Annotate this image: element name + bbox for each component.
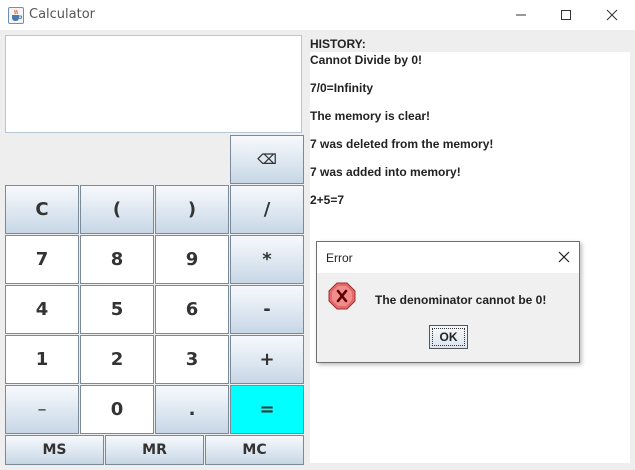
close-button[interactable]	[589, 0, 635, 30]
digit-2-button[interactable]: 2	[80, 335, 154, 384]
negate-button[interactable]: –	[5, 385, 79, 434]
digit-6-button[interactable]: 6	[155, 285, 229, 334]
minimize-icon	[516, 14, 526, 16]
history-line: The memory is clear!	[310, 109, 431, 123]
close-icon	[606, 9, 618, 21]
window-title: Calculator	[29, 7, 96, 22]
divide-button[interactable]: /	[230, 185, 304, 234]
maximize-icon	[561, 10, 571, 20]
history-line: 7 was added into memory!	[310, 165, 461, 179]
digit-9-button[interactable]: 9	[155, 235, 229, 284]
history-line: Cannot Divide by 0!	[310, 53, 423, 67]
memory-recall-button[interactable]: MR	[105, 435, 204, 465]
digit-1-button[interactable]: 1	[5, 335, 79, 384]
minus-button[interactable]: -	[230, 285, 304, 334]
digit-7-button[interactable]: 7	[5, 235, 79, 284]
java-cup-icon	[8, 7, 24, 24]
dialog-title: Error	[326, 251, 353, 265]
calculator-display[interactable]	[5, 35, 302, 133]
history-line: 7/0=Infinity	[310, 81, 374, 95]
history-heading: HISTORY:	[310, 37, 630, 52]
minimize-button[interactable]	[498, 0, 544, 30]
digit-5-button[interactable]: 5	[80, 285, 154, 334]
digit-0-button[interactable]: 0	[80, 385, 154, 434]
backspace-button[interactable]: ⌫	[230, 135, 304, 184]
maximize-button[interactable]	[543, 0, 589, 30]
plus-button[interactable]: +	[230, 335, 304, 384]
error-dialog: Error The denominator cannot be 0! OK	[316, 241, 580, 363]
decimal-button[interactable]: .	[155, 385, 229, 434]
digit-3-button[interactable]: 3	[155, 335, 229, 384]
digit-8-button[interactable]: 8	[80, 235, 154, 284]
memory-store-button[interactable]: MS	[5, 435, 104, 465]
close-paren-button[interactable]: )	[155, 185, 229, 234]
dialog-message: The denominator cannot be 0!	[375, 293, 547, 307]
dialog-close-button[interactable]	[553, 246, 575, 268]
open-paren-button[interactable]: (	[80, 185, 154, 234]
multiply-button[interactable]: *	[230, 235, 304, 284]
dialog-title-bar: Error	[317, 242, 579, 273]
error-icon	[328, 282, 356, 310]
history-line: 2+5=7	[310, 193, 345, 207]
title-bar: Calculator	[0, 0, 635, 30]
memory-clear-button[interactable]: MC	[205, 435, 304, 465]
ok-button[interactable]: OK	[429, 325, 468, 349]
digit-4-button[interactable]: 4	[5, 285, 79, 334]
equals-button[interactable]: =	[230, 385, 304, 434]
history-line: 7 was deleted from the memory!	[310, 137, 494, 151]
close-icon	[558, 251, 570, 263]
clear-button[interactable]: C	[5, 185, 79, 234]
